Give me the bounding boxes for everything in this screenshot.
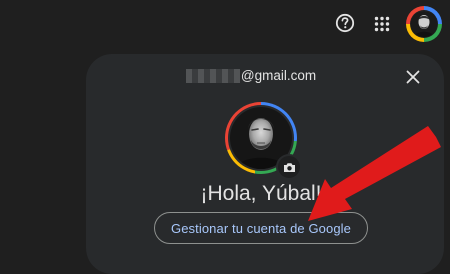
close-icon[interactable] [402, 66, 424, 88]
email-suffix: @gmail.com [240, 68, 317, 83]
top-bar [0, 0, 450, 48]
manage-google-account-button[interactable]: Gestionar tu cuenta de Google [154, 212, 368, 244]
greeting-text: ¡Hola, Yúbal! [200, 182, 322, 205]
account-avatar-button[interactable] [406, 6, 442, 42]
account-panel: @gmail.com ¡Hola, Yúbal! Gestionar tu cu… [86, 54, 444, 274]
camera-icon[interactable] [276, 154, 302, 180]
email-redacted-part [185, 68, 240, 83]
account-email: @gmail.com [86, 68, 416, 83]
apps-grid-icon[interactable] [371, 13, 393, 35]
profile-photo-small [411, 11, 437, 37]
help-icon[interactable] [334, 12, 356, 34]
